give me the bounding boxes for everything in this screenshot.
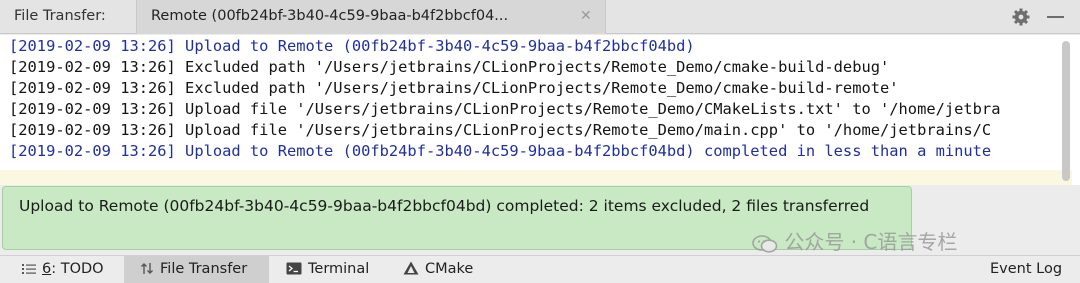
event-log-tab[interactable]: Event Log: [990, 256, 1075, 283]
watermark: 公众号 · C语言专栏: [752, 226, 957, 255]
cmake-label: CMake: [425, 261, 474, 277]
todo-tab[interactable]: 6: TODO: [22, 256, 122, 283]
file-transfer-tab[interactable]: File Transfer: [124, 256, 269, 283]
console-line: [2019-02-09 13:26] Upload to Remote (00f…: [9, 37, 695, 55]
terminal-tab[interactable]: Terminal: [286, 256, 396, 283]
todo-label: : TODO: [51, 261, 104, 277]
todo-number: 6: [42, 261, 52, 277]
watermark-text: 公众号 · C语言专栏: [784, 230, 958, 254]
console-line: [2019-02-09 13:26] Upload to Remote (00f…: [9, 142, 992, 160]
transfer-icon: [140, 262, 154, 279]
tab-label: Remote (00fb24bf-3b40-4c59-9baa-b4f2bbcf…: [151, 8, 509, 24]
terminal-label: Terminal: [308, 261, 370, 277]
file-transfer-label: File Transfer: [160, 261, 248, 277]
panel-title: File Transfer:: [14, 8, 106, 24]
terminal-icon: [286, 262, 302, 279]
tool-window-header: File Transfer: Remote (00fb24bf-3b40-4c5…: [0, 0, 1080, 34]
current-line-highlight: [0, 170, 1072, 185]
tool-window-bar: 6: TODO File Transfer Terminal CMake Eve…: [0, 255, 1080, 283]
vertical-scrollbar[interactable]: [1062, 41, 1070, 181]
close-icon[interactable]: ✕: [580, 8, 592, 24]
wechat-icon: [752, 234, 778, 253]
tab-remote[interactable]: Remote (00fb24bf-3b40-4c59-9baa-b4f2bbcf…: [136, 0, 606, 34]
console-line: [2019-02-09 13:26] Excluded path '/Users…: [9, 79, 899, 97]
console-line: [2019-02-09 13:26] Excluded path '/Users…: [9, 58, 890, 76]
gear-icon[interactable]: [1011, 7, 1031, 27]
cmake-tab[interactable]: CMake: [403, 256, 503, 283]
console-line: [2019-02-09 13:26] Upload file '/Users/j…: [9, 100, 1001, 118]
console-output[interactable]: [2019-02-09 13:26] Upload to Remote (00f…: [0, 35, 1080, 185]
notification-text: Upload to Remote (00fb24bf-3b40-4c59-9ba…: [19, 197, 870, 215]
cmake-icon: [403, 261, 419, 279]
minimize-icon[interactable]: [1047, 16, 1064, 18]
console-line: [2019-02-09 13:26] Upload file '/Users/j…: [9, 121, 992, 139]
event-log-label: Event Log: [990, 261, 1063, 277]
list-icon: [22, 263, 36, 279]
